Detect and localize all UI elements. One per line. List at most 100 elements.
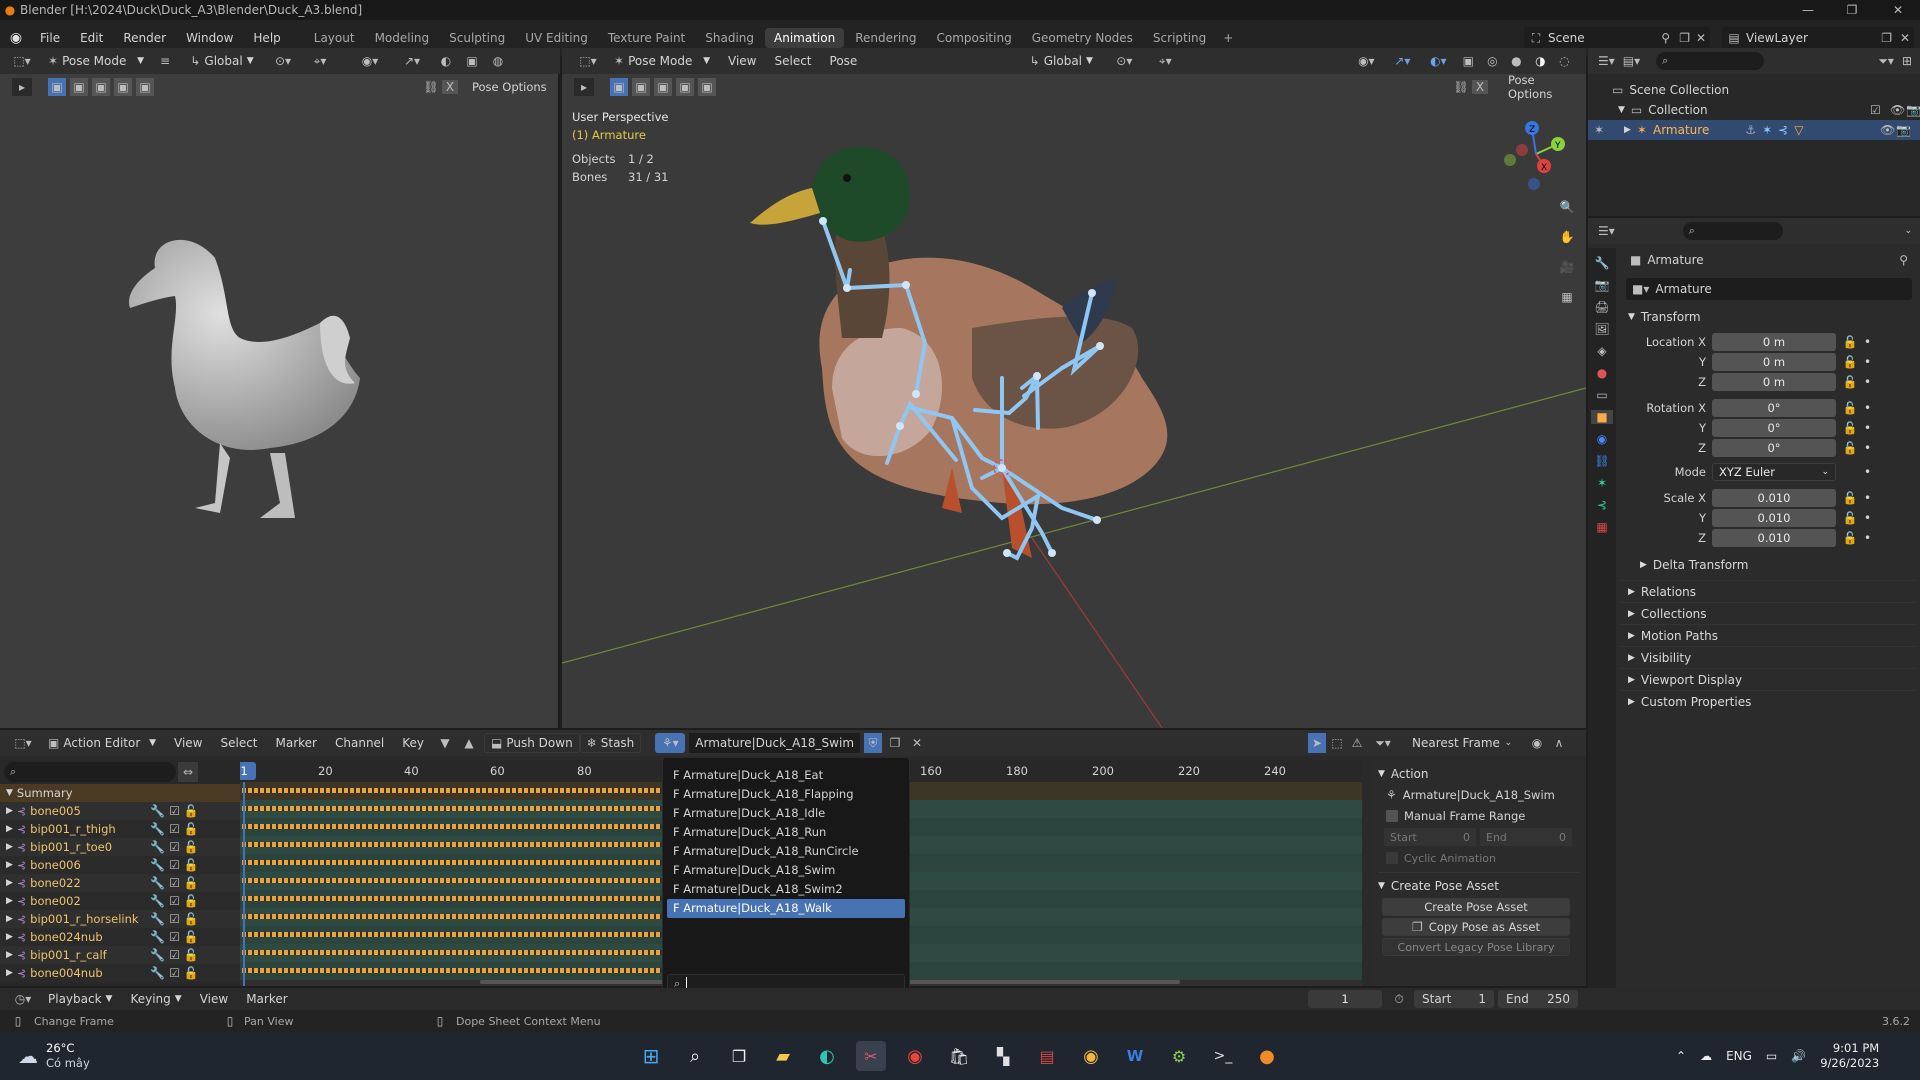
checkbox-icon[interactable]: ☑ bbox=[169, 876, 180, 890]
store-icon[interactable]: 🛍 bbox=[944, 1041, 974, 1071]
lock-icon[interactable]: 🔓 bbox=[184, 930, 199, 944]
pdf-reader-icon[interactable]: ▤ bbox=[1032, 1041, 1062, 1071]
only-selected-icon[interactable]: ➤ bbox=[1308, 733, 1326, 753]
snap-mode-dropdown[interactable]: Nearest Frame ⌄ bbox=[1406, 733, 1518, 753]
action-item[interactable]: F Armature|Duck_A18_Run bbox=[667, 823, 905, 842]
wrench-icon[interactable]: 🔧 bbox=[150, 876, 165, 890]
tab-rendering[interactable]: Rendering bbox=[846, 28, 925, 48]
main-menu-view[interactable]: View bbox=[722, 54, 762, 68]
select-invert-icon[interactable]: ▣ bbox=[114, 78, 132, 96]
swap-icon[interactable]: ⇔ bbox=[178, 762, 198, 782]
lock-icon[interactable]: 🔓 bbox=[1840, 421, 1860, 435]
terminal-icon[interactable]: >_ bbox=[1208, 1041, 1238, 1071]
object-tab-icon[interactable]: ■ bbox=[1591, 410, 1613, 424]
tab-scripting[interactable]: Scripting bbox=[1144, 28, 1215, 48]
x-axis-icon[interactable]: X bbox=[442, 80, 458, 94]
armature-row[interactable]: ✶ ▶ ✶ Armature ⚓ ✶ ⊰ ▽ 👁 📷 bbox=[1588, 120, 1920, 140]
manual-range-row[interactable]: Manual Frame Range bbox=[1378, 806, 1580, 826]
action-menu-marker[interactable]: Marker bbox=[270, 736, 323, 750]
action-menu-view[interactable]: View bbox=[168, 736, 208, 750]
editor-type-icon[interactable]: ◷▾ bbox=[10, 992, 36, 1006]
wrench-icon[interactable]: 🔧 bbox=[150, 840, 165, 854]
current-frame-indicator[interactable]: 1 bbox=[240, 762, 256, 780]
orthographic-toggle-icon[interactable]: ▦ bbox=[1556, 286, 1578, 308]
action-item[interactable]: F Armature|Duck_A18_Flapping bbox=[667, 785, 905, 804]
checkbox-icon[interactable]: ☑ bbox=[169, 912, 180, 926]
lock-icon[interactable]: 🔓 bbox=[184, 858, 199, 872]
gizmo-icon[interactable]: ↗▾ bbox=[1387, 54, 1417, 68]
rotation-y-field[interactable]: 0° bbox=[1712, 419, 1836, 437]
armature-data-tab-icon[interactable]: ✶ bbox=[1597, 476, 1607, 490]
camera-icon[interactable]: 📷 bbox=[1896, 120, 1911, 140]
checkbox-icon[interactable]: ☑ bbox=[169, 966, 180, 980]
channel-row[interactable]: ▶ ⊰ bone024nub 🔧 ☑ 🔓 bbox=[0, 928, 240, 946]
view-layer-tab-icon[interactable]: 🖼 bbox=[1594, 322, 1609, 336]
proportional-edit-icon[interactable]: ◉ bbox=[1528, 736, 1546, 750]
snipping-tool-icon[interactable]: ✂ bbox=[856, 1041, 886, 1071]
solid-shading-icon[interactable]: ● bbox=[1507, 54, 1525, 68]
down-arrow-icon[interactable]: ▼ bbox=[436, 736, 454, 750]
lock-icon[interactable]: 🔓 bbox=[1840, 375, 1860, 389]
wrench-icon[interactable]: 🔧 bbox=[150, 894, 165, 908]
search-icon[interactable]: ⌕ bbox=[680, 1041, 710, 1071]
collection-row[interactable]: ▼ ▭ Collection ☑ 👁 📷 bbox=[1598, 100, 1920, 120]
app-green-icon[interactable]: ⚙ bbox=[1164, 1041, 1194, 1071]
scene-tab-icon[interactable]: ◈ bbox=[1597, 344, 1606, 358]
chrome-profile-icon[interactable]: ◉ bbox=[1076, 1041, 1106, 1071]
scale-y-field[interactable]: 0.010 bbox=[1712, 509, 1836, 527]
keyframe-dot[interactable]: • bbox=[1864, 465, 1871, 479]
keyframe-dot[interactable]: • bbox=[1864, 401, 1871, 415]
lock-icon[interactable]: 🔓 bbox=[184, 876, 199, 890]
tab-texture-paint[interactable]: Texture Paint bbox=[599, 28, 694, 48]
action-item[interactable]: F Armature|Duck_A18_Swim2 bbox=[667, 880, 905, 899]
remove-view-layer-icon[interactable]: ✕ bbox=[1900, 31, 1910, 45]
visibility-panel-header[interactable]: ▶ Visibility bbox=[1620, 646, 1916, 668]
location-x-field[interactable]: 0 m bbox=[1712, 333, 1836, 351]
wrench-icon[interactable]: 🔧 bbox=[150, 930, 165, 944]
keyframe-dot[interactable]: • bbox=[1864, 511, 1871, 525]
checkbox-icon[interactable]: ☑ bbox=[169, 894, 180, 908]
keyframe-dot[interactable]: • bbox=[1864, 335, 1871, 349]
up-arrow-icon[interactable]: ▲ bbox=[460, 736, 478, 750]
physics-tab-icon[interactable]: ◉ bbox=[1597, 432, 1607, 446]
channel-row[interactable]: ▶ ⊰ bip001_r_thigh 🔧 ☑ 🔓 bbox=[0, 820, 240, 838]
tab-sculpting[interactable]: Sculpting bbox=[440, 28, 514, 48]
windows-start-icon[interactable]: ⊞ bbox=[636, 1041, 666, 1071]
eye-icon[interactable]: 👁 bbox=[1890, 100, 1905, 120]
language-indicator[interactable]: ENG bbox=[1726, 1049, 1752, 1063]
keyframe-dot[interactable]: • bbox=[1864, 375, 1871, 389]
stopwatch-icon[interactable]: ⏱ bbox=[1390, 992, 1408, 1007]
only-errors-icon[interactable]: ⚠ bbox=[1348, 736, 1366, 750]
view-layer-selector[interactable]: ▤ ViewLayer ❐ ✕ bbox=[1722, 27, 1914, 49]
properties-search[interactable]: ⌕ bbox=[1682, 222, 1783, 240]
blender-menu-icon[interactable]: ◉ bbox=[0, 30, 32, 46]
world-tab-icon[interactable]: ● bbox=[1597, 366, 1607, 380]
word-icon[interactable]: W bbox=[1120, 1041, 1150, 1071]
task-view-icon[interactable]: ❐ bbox=[724, 1041, 754, 1071]
wrench-icon[interactable]: 🔧 bbox=[150, 822, 165, 836]
lock-icon[interactable]: 🔓 bbox=[184, 804, 199, 818]
volume-icon[interactable]: 🔊 bbox=[1791, 1049, 1806, 1063]
channel-row[interactable]: ▶ ⊰ bip001_r_horselink 🔧 ☑ 🔓 bbox=[0, 910, 240, 928]
pivot-icon[interactable]: ⊙▾ bbox=[270, 54, 296, 68]
create-pose-asset-button[interactable]: Create Pose Asset bbox=[1382, 898, 1570, 916]
xray-icon[interactable]: ▣ bbox=[462, 54, 482, 68]
pose-asset-panel-header[interactable]: ▼ Create Pose Asset bbox=[1378, 872, 1580, 898]
wrench-icon[interactable]: 🔧 bbox=[150, 804, 165, 818]
add-workspace-button[interactable]: + bbox=[1217, 28, 1239, 48]
minimize-icon[interactable]: — bbox=[1798, 3, 1818, 17]
playback-menu[interactable]: Playback ▼ bbox=[42, 989, 118, 1009]
tab-shading[interactable]: Shading bbox=[696, 28, 763, 48]
editor-mode-dropdown[interactable]: ▣ Action Editor ▼ bbox=[42, 733, 162, 753]
channel-row[interactable]: ▶ ⊰ bip001_r_calf 🔧 ☑ 🔓 bbox=[0, 946, 240, 964]
lock-icon[interactable]: 🔓 bbox=[184, 948, 199, 962]
menu-render[interactable]: Render bbox=[115, 31, 174, 45]
copy-scene-icon[interactable]: ❐ bbox=[1679, 31, 1690, 45]
lock-icon[interactable]: 🔓 bbox=[1840, 531, 1860, 545]
filter-icon[interactable]: ⏷▾ bbox=[1878, 54, 1894, 69]
mirror-icon[interactable]: ⛓ bbox=[422, 80, 440, 94]
select-tool-icon[interactable]: ▸ bbox=[12, 78, 32, 96]
material-shading-icon[interactable]: ◑ bbox=[1531, 54, 1549, 68]
render-tab-icon[interactable]: 📷 bbox=[1595, 278, 1610, 292]
scene-collection-row[interactable]: ▭ Scene Collection bbox=[1598, 80, 1920, 100]
